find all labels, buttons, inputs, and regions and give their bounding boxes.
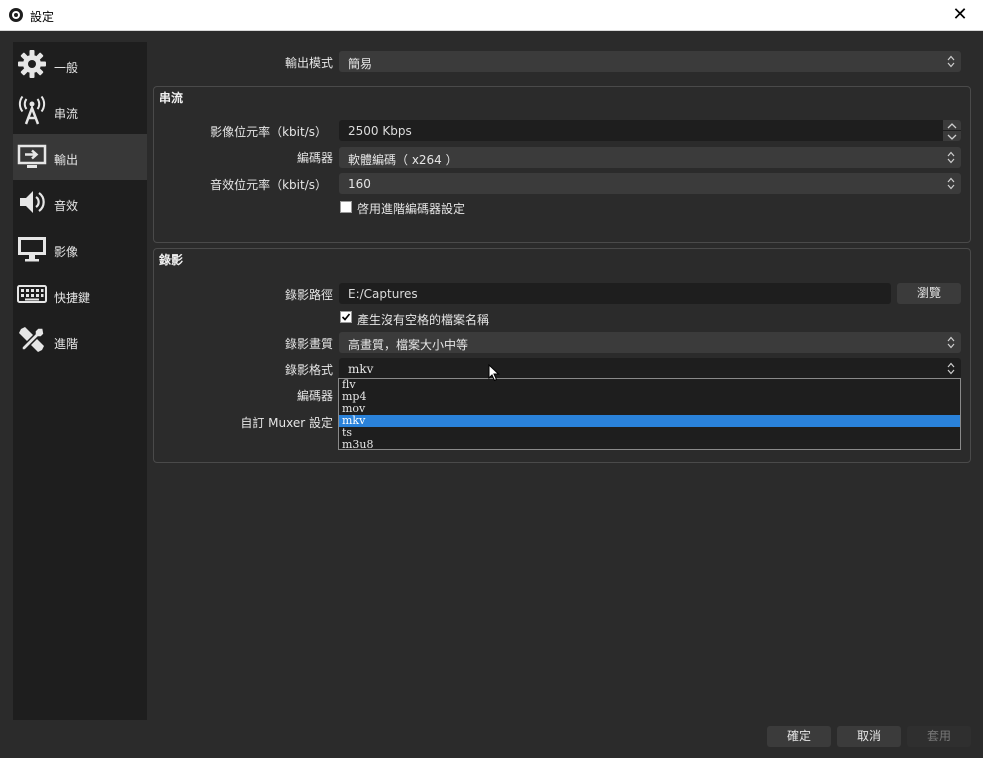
no-space-filename-checkbox[interactable] <box>340 311 352 323</box>
no-space-filename-label: 產生沒有空格的檔案名稱 <box>357 313 490 327</box>
recording-path-value: E:/Captures <box>348 287 418 301</box>
audio-bitrate-value: 160 <box>348 177 371 191</box>
sidebar-item-audio[interactable]: 音效 <box>13 180 147 226</box>
sidebar-item-stream[interactable]: 串流 <box>13 88 147 134</box>
recording-quality-select[interactable]: 高畫質，檔案大小中等 <box>339 332 961 353</box>
checkmark-icon <box>341 313 351 321</box>
dropdown-option-ts[interactable]: ts <box>339 427 960 439</box>
gear-icon <box>18 50 46 78</box>
recording-format-value: mkv <box>348 362 374 376</box>
chevron-down-icon <box>947 134 957 140</box>
dropdown-option-mov[interactable]: mov <box>339 403 960 415</box>
video-bitrate-spinbox[interactable]: 2500 Kbps <box>339 120 961 141</box>
video-bitrate-label: 影像位元率（kbit/s） <box>210 125 327 139</box>
sidebar-item-general[interactable]: 一般 <box>13 42 147 88</box>
mouse-cursor-icon <box>488 364 500 382</box>
output-icon <box>17 144 47 168</box>
sidebar-item-label: 快捷鍵 <box>54 291 91 305</box>
broadcast-icon <box>18 95 46 125</box>
stream-encoder-label: 編碼器 <box>296 151 333 165</box>
output-mode-label: 輸出模式 <box>284 56 333 70</box>
chevron-updown-icon <box>947 362 955 375</box>
chevron-updown-icon <box>947 151 955 164</box>
output-mode-value: 簡易 <box>348 57 373 71</box>
spin-up-button[interactable] <box>943 120 961 130</box>
sidebar-item-output[interactable]: 輸出 <box>13 134 147 180</box>
output-mode-select[interactable]: 簡易 <box>339 51 961 72</box>
tools-icon <box>19 327 45 352</box>
monitor-icon <box>18 237 46 262</box>
spin-down-button[interactable] <box>943 131 961 141</box>
recording-format-select[interactable]: mkv <box>339 358 961 379</box>
sidebar-item-label: 一般 <box>54 61 79 75</box>
close-button[interactable]: ✕ <box>937 0 983 31</box>
recording-quality-value: 高畫質，檔案大小中等 <box>348 338 469 352</box>
recording-format-dropdown: flv mp4 mov mkv ts m3u8 <box>338 378 961 451</box>
sidebar-item-label: 輸出 <box>54 153 79 167</box>
cancel-button[interactable]: 取消 <box>837 726 901 747</box>
chevron-up-icon <box>947 123 957 129</box>
title-bar: 設定 ✕ <box>0 0 983 31</box>
advanced-encoder-label: 啓用進階編碼器設定 <box>357 202 466 216</box>
sidebar-item-hotkeys[interactable]: 快捷鍵 <box>13 272 147 318</box>
audio-bitrate-label: 音效位元率（kbit/s） <box>210 178 327 192</box>
browse-button[interactable]: 瀏覽 <box>897 283 961 304</box>
streaming-group-title: 串流 <box>159 91 184 105</box>
sidebar-item-label: 進階 <box>54 337 79 351</box>
dropdown-option-flv[interactable]: flv <box>339 379 960 391</box>
advanced-encoder-checkbox[interactable] <box>340 201 352 213</box>
sidebar-item-label: 影像 <box>54 245 79 259</box>
chevron-updown-icon <box>947 177 955 190</box>
recording-path-label: 錄影路徑 <box>284 288 333 302</box>
sidebar-item-video[interactable]: 影像 <box>13 226 147 272</box>
chevron-updown-icon <box>947 336 955 349</box>
obs-logo-icon <box>9 8 23 22</box>
window-title: 設定 <box>30 10 55 24</box>
recording-format-label: 錄影格式 <box>284 363 333 377</box>
apply-button[interactable]: 套用 <box>907 726 971 747</box>
stream-encoder-value: 軟體編碼（ x264 ） <box>348 153 458 167</box>
recording-quality-label: 錄影畫質 <box>284 337 333 351</box>
stream-encoder-select[interactable]: 軟體編碼（ x264 ） <box>339 147 961 168</box>
sidebar-item-advanced[interactable]: 進階 <box>13 318 147 364</box>
recording-path-input[interactable]: E:/Captures <box>339 283 891 304</box>
video-bitrate-value: 2500 Kbps <box>348 124 412 138</box>
dropdown-option-mkv[interactable]: mkv <box>339 415 960 427</box>
sidebar-item-label: 音效 <box>54 199 79 213</box>
audio-bitrate-select[interactable]: 160 <box>339 173 961 194</box>
speaker-icon <box>20 191 45 213</box>
chevron-updown-icon <box>947 55 955 68</box>
ok-button[interactable]: 確定 <box>767 726 831 747</box>
keyboard-icon <box>17 285 47 303</box>
custom-muxer-label: 自訂 Muxer 設定 <box>240 416 333 430</box>
recording-encoder-label: 編碼器 <box>296 389 333 403</box>
sidebar-item-label: 串流 <box>54 107 79 121</box>
recording-group-title: 錄影 <box>159 253 184 267</box>
dropdown-option-mp4[interactable]: mp4 <box>339 391 960 403</box>
settings-sidebar: 一般 串流 輸出 音效 影像 快捷鍵 進階 <box>13 42 147 720</box>
dropdown-option-m3u8[interactable]: m3u8 <box>339 439 960 451</box>
